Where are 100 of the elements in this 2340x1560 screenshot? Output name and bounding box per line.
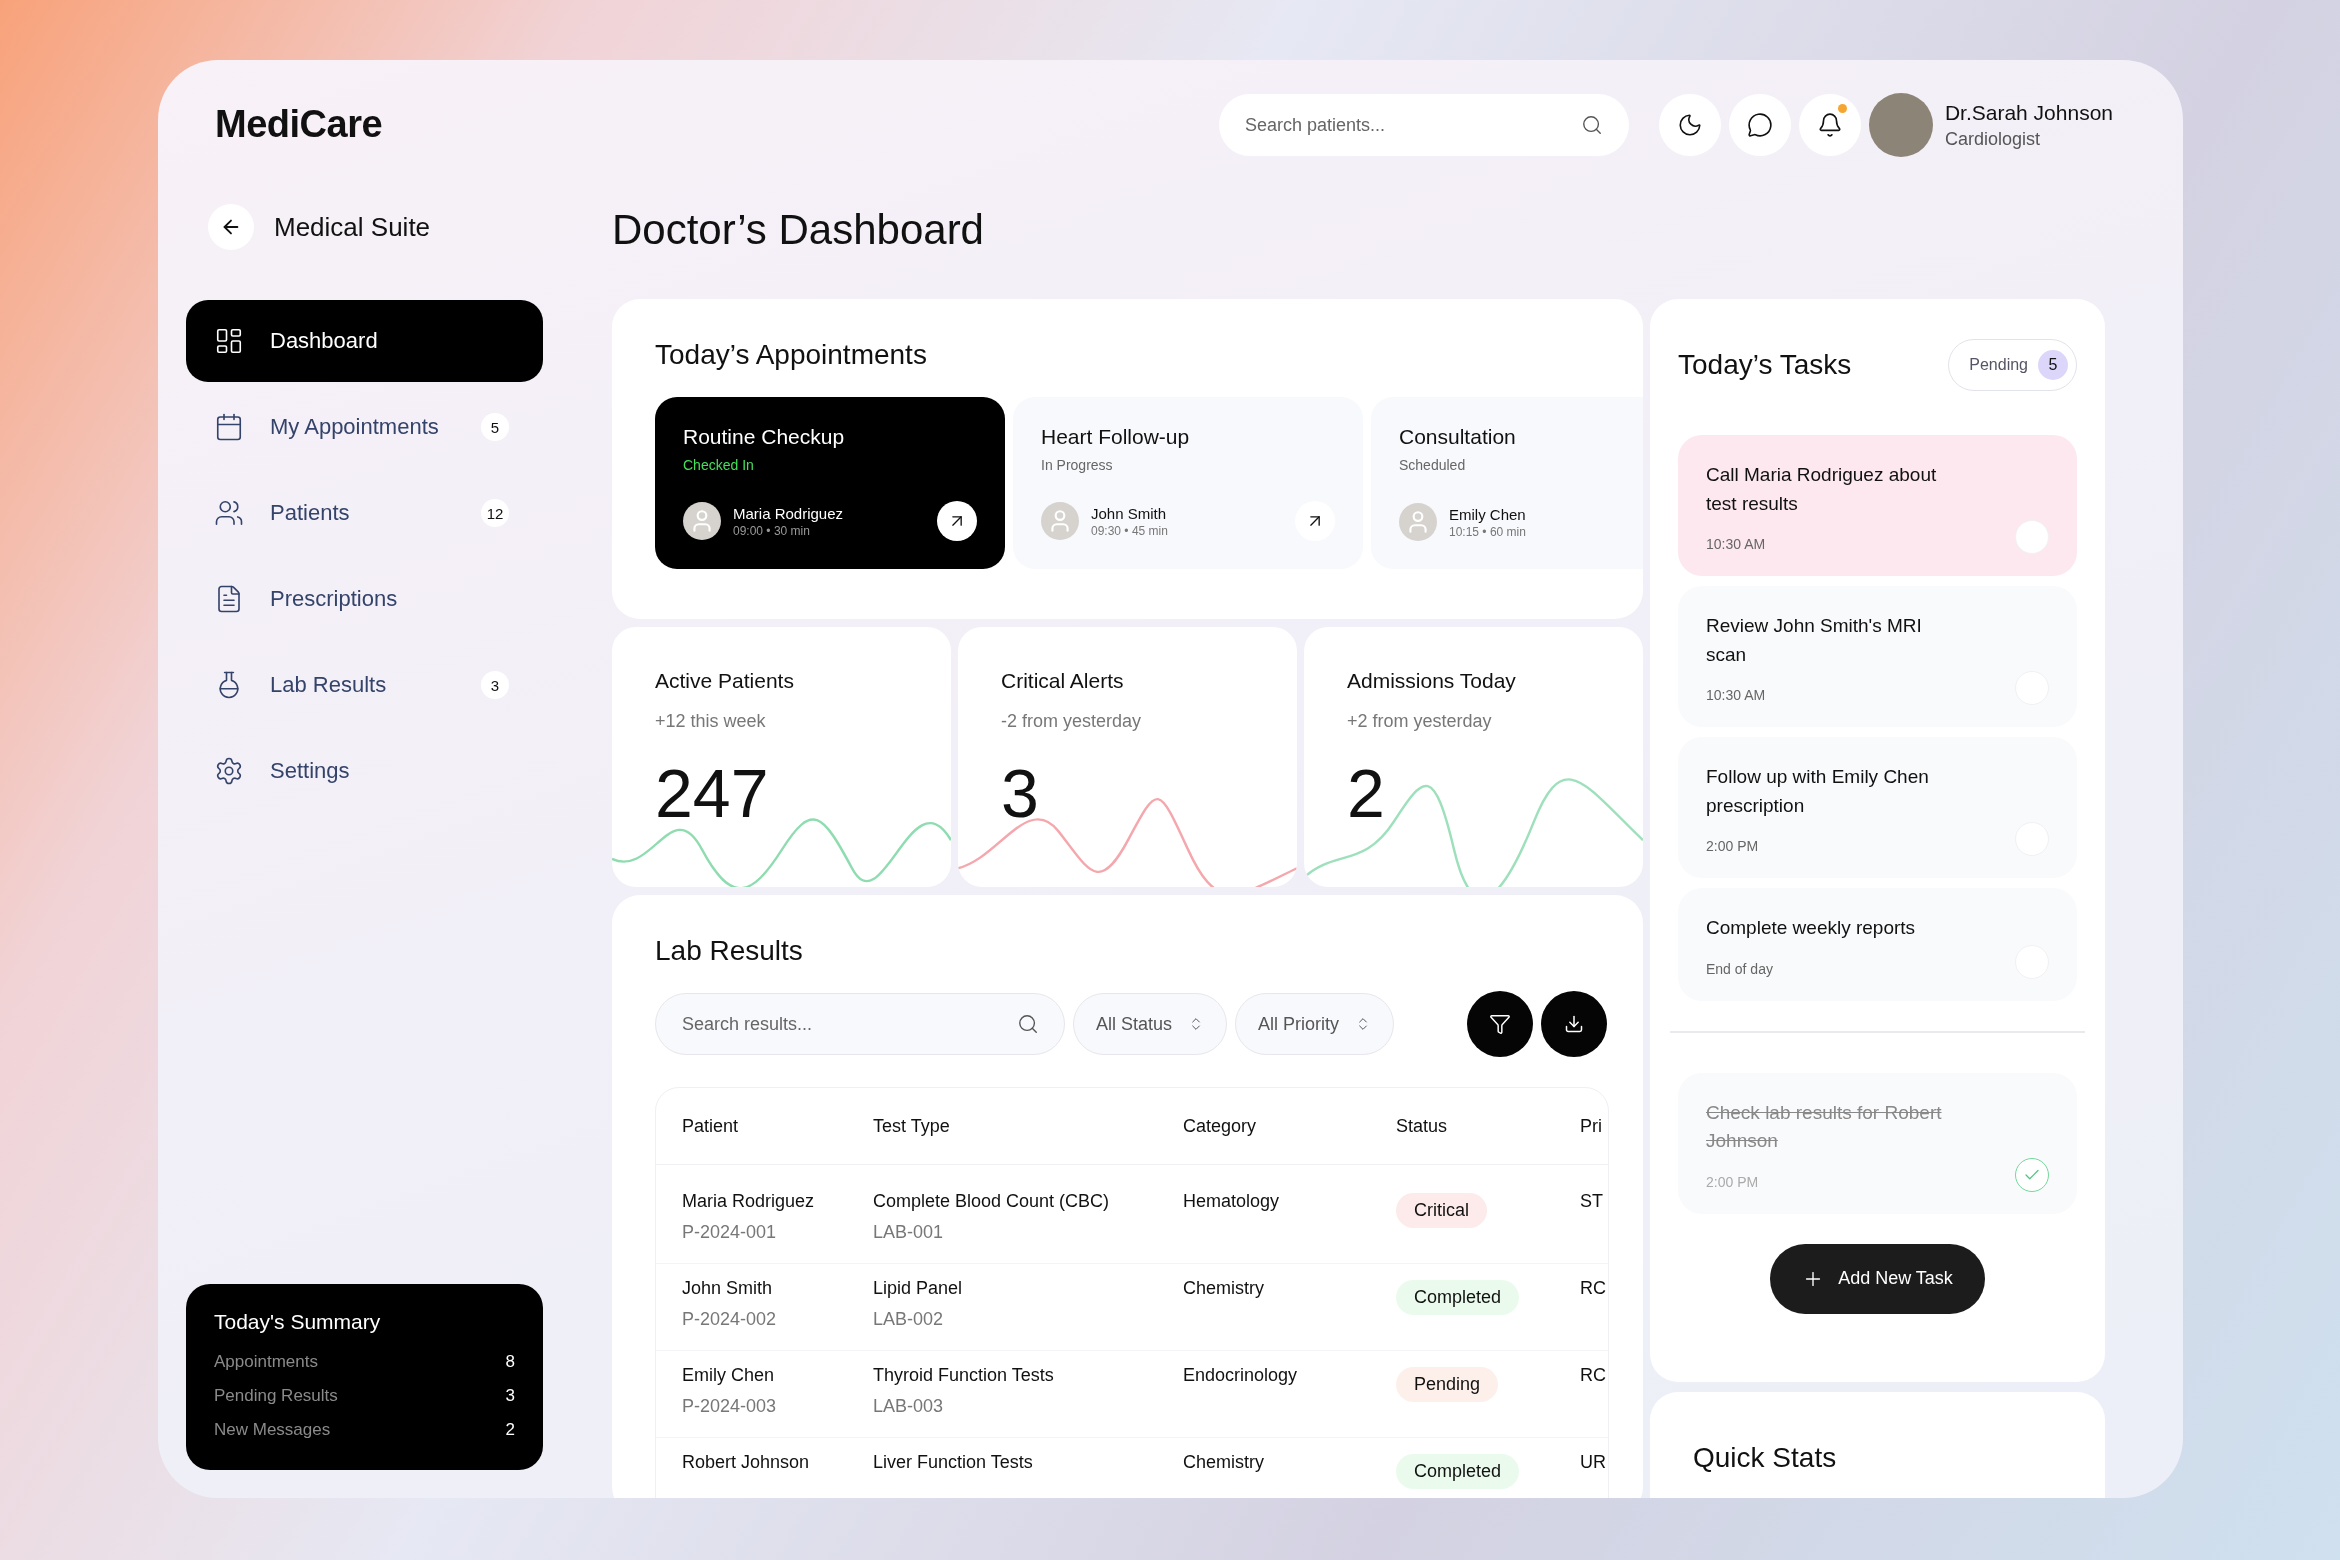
summary-title: Today's Summary (214, 1310, 382, 1334)
sidebar-item[interactable]: Settings (186, 730, 543, 812)
appointment-status: Scheduled (1399, 457, 1467, 474)
task-time: 2:00 PM (1706, 1173, 1759, 1190)
calendar-icon (214, 412, 244, 442)
add-task-button[interactable]: Add New Task (1770, 1243, 1985, 1314)
moon-icon (1676, 112, 1703, 138)
appointment-title: Consultation (1399, 425, 1517, 450)
summary-value: 3 (505, 1386, 515, 1406)
status-pill: Critical (1396, 1193, 1487, 1229)
count-badge: 5 (481, 413, 509, 441)
task-time: 10:30 AM (1706, 687, 1766, 704)
patient-id: P-2024-002 (682, 1309, 778, 1331)
panel-title: Lab Results (655, 935, 804, 968)
sidebar-item-label: My Appointments (270, 414, 440, 440)
stat-title: Admissions Today (1347, 669, 1517, 694)
task-text: Complete weekly reports (1706, 916, 1917, 941)
badge-label: Pending (1969, 356, 2028, 375)
status-pill: Completed (1396, 1454, 1520, 1490)
patient-name: Emily Chen (682, 1365, 776, 1387)
appointment-title: Heart Follow-up (1041, 425, 1191, 450)
filter-dropdown[interactable]: All Status (1073, 993, 1228, 1056)
priority: ST (1580, 1191, 1604, 1213)
test-type: Complete Blood Count (CBC) (873, 1191, 1111, 1213)
stat-change: +2 from yesterday (1347, 711, 1493, 733)
search-field[interactable]: Search patients... (1218, 94, 1629, 156)
sidebar-item-label: Lab Results (270, 672, 388, 698)
column-header: Category (1183, 1115, 1258, 1137)
summary-label: Pending Results (214, 1386, 338, 1406)
task-time: End of day (1706, 960, 1773, 977)
test-id: LAB-001 (873, 1222, 945, 1244)
appointment-card[interactable]: Routine Checkup Checked In Maria Rodriguez 09:00 • 30 min (655, 397, 1005, 570)
sidebar-item[interactable]: Prescriptions (186, 558, 543, 640)
appointment-card[interactable]: Heart Follow-up In Progress John Smith 09:30 • 45 min (1013, 397, 1363, 570)
open-button[interactable] (937, 501, 977, 542)
stat-change: -2 from yesterday (1001, 711, 1143, 733)
dashboard-icon (214, 326, 244, 356)
search-icon (1017, 1013, 1039, 1036)
priority: UR (1580, 1452, 1607, 1474)
filter-dropdown[interactable]: All Priority (1235, 993, 1395, 1056)
status-pill: Completed (1396, 1280, 1520, 1316)
appointment-time: 09:30 • 45 min (1091, 523, 1169, 538)
badge-count: 5 (2038, 350, 2068, 381)
search-field[interactable]: Search results... (655, 993, 1065, 1056)
sidebar-item[interactable]: Patients 12 (186, 472, 543, 554)
task-time: 10:30 AM (1706, 536, 1766, 553)
sidebar-item-label: Dashboard (270, 328, 379, 354)
stat-title: Critical Alerts (1001, 669, 1125, 694)
task-text: Review John Smith's MRI scan (1706, 614, 1923, 667)
category: Chemistry (1183, 1452, 1265, 1474)
task-text: Call Maria Rodriguez about test results (1706, 463, 1938, 516)
stat-value: 247 (655, 754, 770, 833)
back-button[interactable] (208, 204, 254, 250)
patient-name: John Smith (1091, 504, 1168, 522)
category: Endocrinology (1183, 1365, 1299, 1387)
patient-name: Maria Rodriguez (682, 1191, 816, 1213)
test-type: Liver Function Tests (873, 1452, 1034, 1474)
people-icon (214, 498, 244, 528)
filter-icon (1489, 1013, 1511, 1036)
user-role: Cardiologist (1944, 128, 2041, 150)
task-checkbox[interactable] (2015, 1157, 2049, 1192)
settings-icon (214, 756, 244, 786)
priority: RC (1580, 1365, 1607, 1387)
sidebar-item[interactable]: Dashboard (186, 300, 543, 382)
download-icon (1564, 1014, 1584, 1035)
category: Chemistry (1183, 1278, 1265, 1300)
patient-name: Robert Johnson (682, 1452, 811, 1474)
appointment-card[interactable]: Consultation Scheduled Emily Chen 10:15 • 60 min (1371, 397, 1643, 570)
sidebar-item-label: Prescriptions (270, 586, 399, 612)
test-type: Thyroid Function Tests (873, 1365, 1055, 1387)
panel-title: Today’s Tasks (1678, 349, 1852, 382)
stat-change: +12 this week (655, 711, 767, 733)
patient-name: John Smith (682, 1278, 774, 1300)
appointment-status: In Progress (1041, 457, 1114, 474)
patient-name: Emily Chen (1449, 505, 1527, 523)
summary-value: 8 (505, 1352, 515, 1372)
sidebar-item-label: Settings (270, 758, 351, 784)
category: Hematology (1183, 1191, 1281, 1213)
test-type: Lipid Panel (873, 1278, 964, 1300)
search-icon (1580, 114, 1603, 136)
task-time: 2:00 PM (1706, 838, 1759, 855)
column-header: Pri (1580, 1115, 1603, 1137)
test-id: LAB-003 (873, 1396, 945, 1418)
stat-value: 2 (1347, 754, 1386, 833)
task-text: Check lab results for Robert Johnson (1706, 1100, 1943, 1154)
chat-bubble-icon (1746, 112, 1773, 138)
sidebar-item[interactable]: Lab Results 3 (186, 644, 543, 726)
appointment-status: Checked In (683, 457, 755, 474)
app-logo: MediCare (215, 103, 384, 146)
task-text: Follow up with Emily Chen prescription (1706, 765, 1930, 818)
column-header: Status (1396, 1115, 1449, 1137)
panel-title: Today’s Appointments (655, 339, 928, 372)
sidebar-item[interactable]: My Appointments 5 (186, 386, 543, 468)
appointment-time: 10:15 • 60 min (1449, 524, 1527, 539)
section-title: Medical Suite (274, 211, 431, 243)
summary-label: Appointments (214, 1352, 318, 1372)
stat-title: Active Patients (655, 669, 795, 694)
column-header: Patient (682, 1115, 740, 1137)
count-badge: 12 (481, 499, 509, 527)
page-title: Doctor’s Dashboard (612, 207, 985, 254)
